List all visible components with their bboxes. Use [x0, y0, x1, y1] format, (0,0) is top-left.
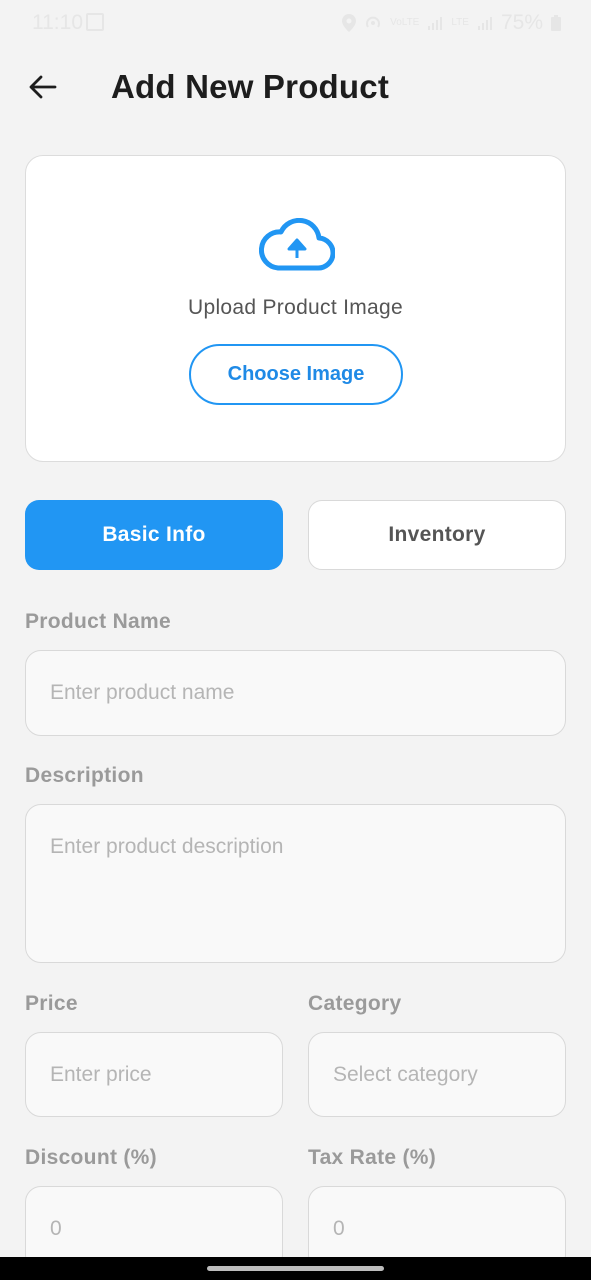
network-label-1: VoLTE: [390, 17, 420, 28]
status-bar: 11:10 VoLTE LTE 75%: [0, 0, 591, 46]
image-upload-card: Upload Product Image Choose Image: [25, 155, 566, 462]
arrow-left-icon: [29, 75, 57, 99]
page-title: Add New Product: [111, 68, 390, 105]
back-button[interactable]: [22, 66, 64, 108]
category-select[interactable]: Select category: [308, 1032, 566, 1117]
network-label-2: LTE: [451, 17, 469, 28]
signal-icon: [477, 17, 492, 30]
upload-prompt: Upload Product Image: [188, 296, 403, 319]
battery-icon: [551, 15, 561, 31]
product-name-label: Product Name: [25, 610, 171, 633]
price-input[interactable]: Enter price: [25, 1032, 283, 1117]
description-label: Description: [25, 764, 144, 787]
signal-icon: [428, 17, 443, 30]
app-header: Add New Product: [0, 60, 591, 116]
description-input[interactable]: Enter product description: [25, 804, 566, 963]
hotspot-icon: [366, 16, 381, 28]
battery-percent: 75%: [500, 11, 543, 34]
category-label: Category: [308, 992, 402, 1015]
tab-inventory[interactable]: Inventory: [308, 500, 566, 570]
gallery-notification-icon: [86, 13, 104, 31]
status-indicators: VoLTE LTE 75%: [342, 11, 561, 35]
home-gesture-handle[interactable]: [207, 1266, 384, 1271]
tab-basic-info[interactable]: Basic Info: [25, 500, 283, 570]
discount-label: Discount (%): [25, 1146, 157, 1169]
choose-image-button[interactable]: Choose Image: [189, 344, 403, 405]
status-time: 11:10: [32, 11, 83, 34]
cloud-upload-icon: [259, 218, 335, 271]
system-navigation-bar: [0, 1257, 591, 1280]
location-icon: [342, 14, 357, 32]
price-label: Price: [25, 992, 78, 1015]
tax-rate-label: Tax Rate (%): [308, 1146, 437, 1169]
product-name-input[interactable]: Enter product name: [25, 650, 566, 736]
